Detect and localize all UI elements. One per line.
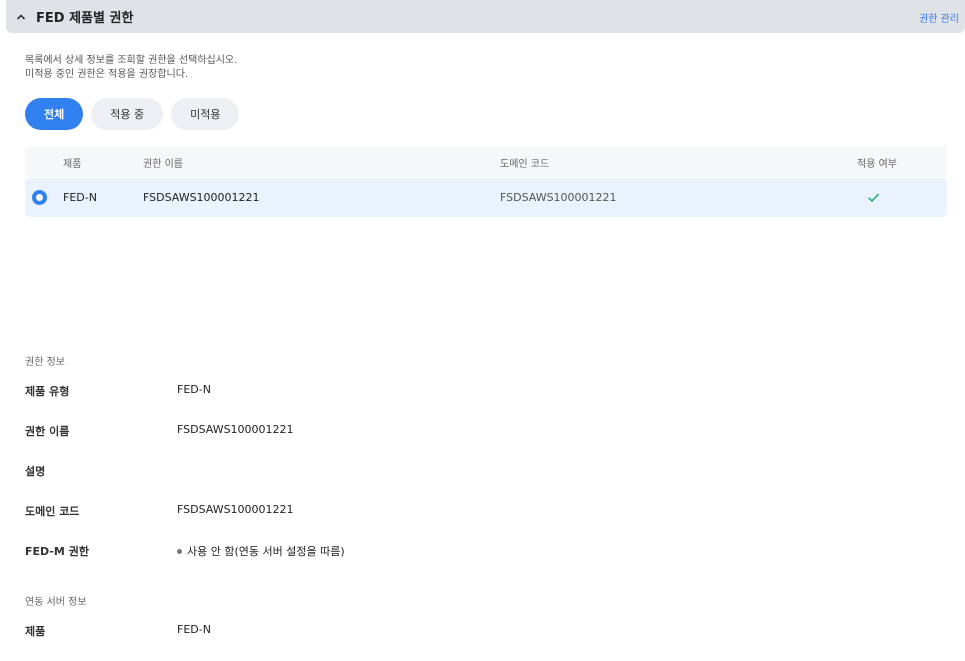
filter-all-button[interactable]: 전체	[25, 98, 84, 130]
info-key-description: 설명	[25, 465, 46, 478]
description: 목록에서 상세 정보를 조회할 권한을 선택하십시오. 미적용 중인 권한은 적…	[25, 54, 237, 82]
info-value-product-type: FED-N	[177, 383, 211, 396]
server-key-product: 제품	[25, 625, 46, 638]
table-row[interactable]: FED-N FSDSAWS100001221 FSDSAWS100001221	[25, 178, 947, 217]
column-header-product: 제품	[63, 159, 82, 170]
info-key-domain-code: 도메인 코드	[25, 505, 80, 518]
cell-product: FED-N	[63, 191, 97, 204]
info-value-license-name: FSDSAWS100001221	[177, 423, 294, 436]
license-table: 제품 권한 이름 도메인 코드 적용 여부 FED-N FSDSAWS10000…	[25, 146, 947, 217]
description-line-2: 미적용 중인 권한은 적용을 권장합니다.	[25, 69, 189, 80]
license-info-section-label: 권한 정보	[25, 357, 65, 368]
bullet-dot-icon	[177, 548, 182, 554]
info-value-fedm-license: 사용 안 함(연동 서버 설정을 따름)	[177, 543, 345, 559]
filter-applied-button[interactable]: 적용 중	[91, 98, 164, 130]
manage-license-link[interactable]: 권한 관리	[919, 10, 959, 25]
info-value-fedm-license-text: 사용 안 함(연동 서버 설정을 따름)	[187, 545, 345, 558]
description-line-1: 목록에서 상세 정보를 조회할 권한을 선택하십시오.	[25, 55, 238, 66]
column-header-domain-code: 도메인 코드	[500, 159, 550, 170]
check-icon	[867, 192, 880, 206]
row-radio[interactable]	[32, 190, 47, 205]
info-key-license-name: 권한 이름	[25, 425, 70, 438]
column-header-name: 권한 이름	[143, 159, 183, 170]
server-info-section-label: 연동 서버 정보	[25, 597, 87, 608]
filter-group: 전체 적용 중 미적용	[25, 98, 240, 130]
section-title: FED 제품별 권한	[36, 11, 134, 26]
section-header[interactable]: FED 제품별 권한	[6, 0, 965, 33]
table-header: 제품 권한 이름 도메인 코드 적용 여부	[25, 146, 947, 177]
chevron-up-icon[interactable]	[16, 12, 26, 22]
cell-name: FSDSAWS100001221	[143, 191, 260, 204]
server-value-product: FED-N	[177, 623, 211, 636]
info-key-product-type: 제품 유형	[25, 385, 70, 398]
info-value-domain-code: FSDSAWS100001221	[177, 503, 294, 516]
info-key-fedm-license: FED-M 권한	[25, 545, 89, 558]
cell-domain-code: FSDSAWS100001221	[500, 191, 617, 204]
filter-unapplied-button[interactable]: 미적용	[171, 98, 240, 130]
column-header-applied: 적용 여부	[857, 159, 897, 170]
